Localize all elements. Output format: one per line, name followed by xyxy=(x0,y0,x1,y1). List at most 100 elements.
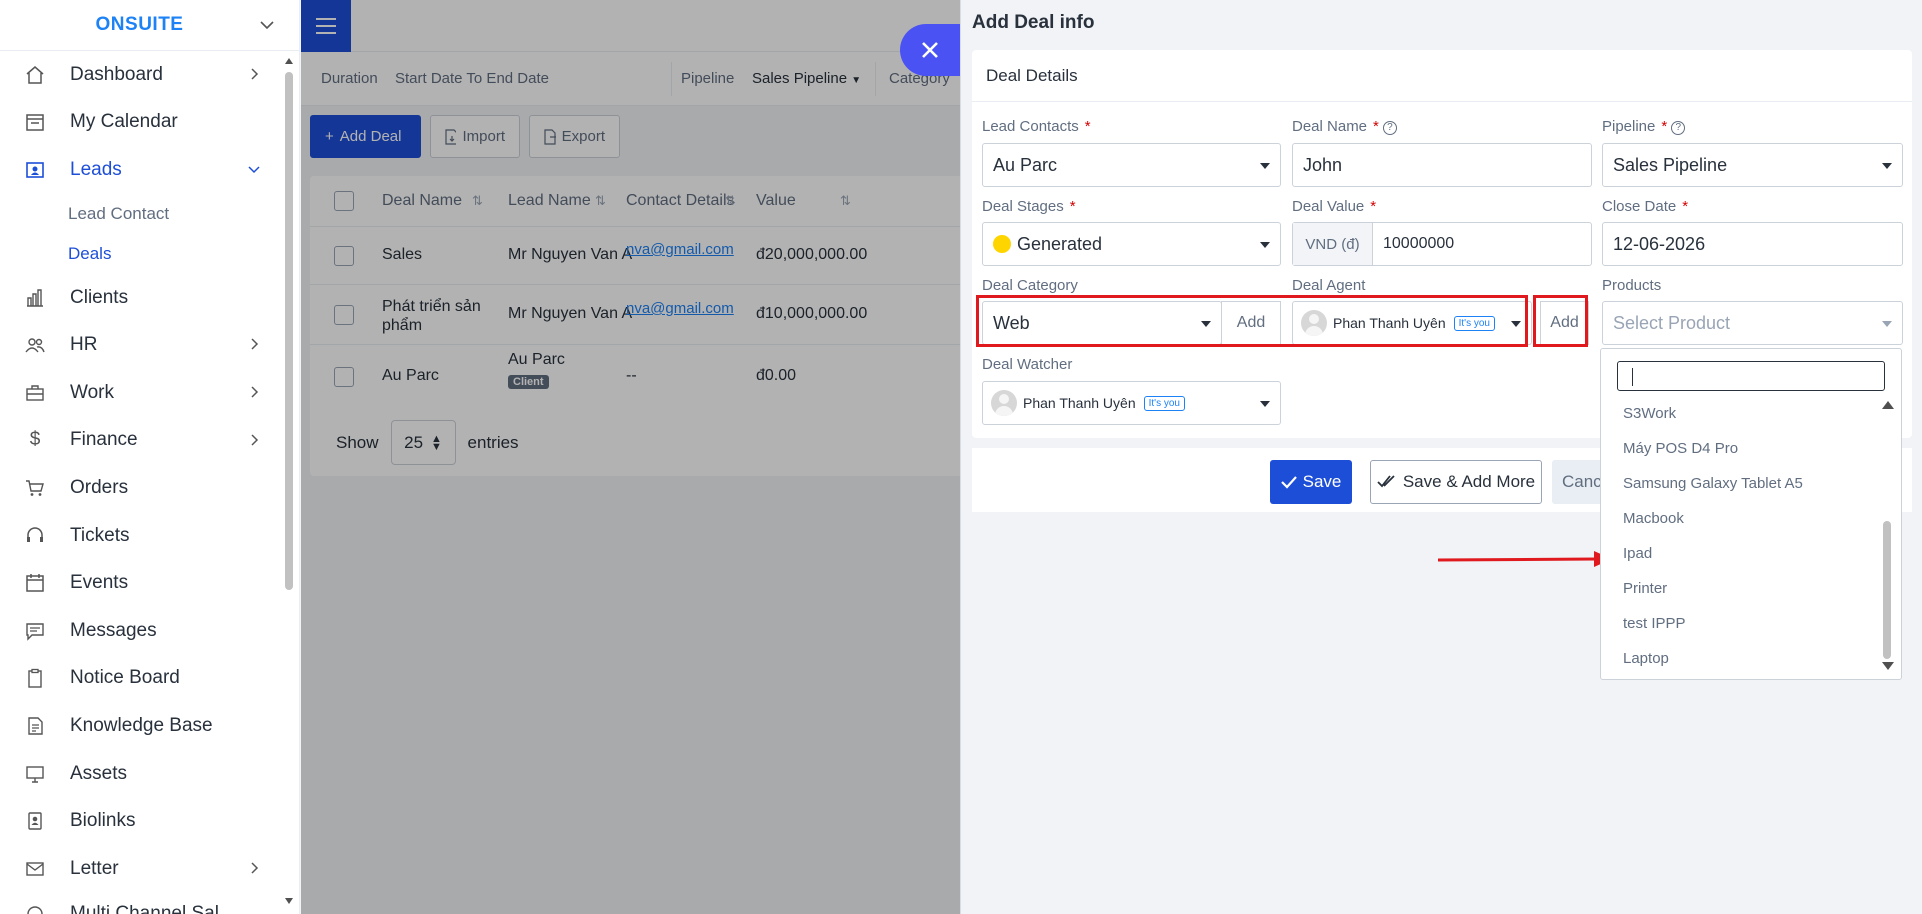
caret-down-icon xyxy=(1260,242,1270,248)
deal-category-label: Deal Category xyxy=(982,277,1078,294)
chevron-down-icon[interactable] xyxy=(257,15,277,35)
sidebar-item-label: Messages xyxy=(70,619,157,641)
lead-contacts-value: Au Parc xyxy=(993,154,1058,175)
annotation-arrow-icon xyxy=(1437,551,1612,567)
sidebar-item-orders[interactable]: Orders xyxy=(0,464,282,512)
briefcase-icon xyxy=(24,382,46,404)
sidebar-item-leads[interactable]: Leads xyxy=(0,146,282,194)
lead-contacts-select[interactable]: Au Parc xyxy=(982,143,1281,187)
chevron-right-icon xyxy=(251,338,259,350)
sidebar-item-label: Clients xyxy=(70,286,129,308)
sidebar: ONSUITE Dashboard My Calendar Leads Lead… xyxy=(0,0,300,914)
product-option[interactable]: S3Work xyxy=(1623,405,1676,422)
sidebar-item-knowledge-base[interactable]: Knowledge Base xyxy=(0,702,282,750)
brand-header[interactable]: ONSUITE xyxy=(0,0,299,51)
save-and-add-more-button[interactable]: Save & Add More xyxy=(1370,460,1542,504)
sidebar-subitem-deals[interactable]: Deals xyxy=(0,234,282,274)
chevron-right-icon xyxy=(251,386,259,398)
sidebar-subitem-lead-contact[interactable]: Lead Contact xyxy=(0,194,282,234)
deal-name-value: John xyxy=(1303,154,1343,175)
products-label: Products xyxy=(1602,277,1662,294)
label-text: Deal Name xyxy=(1292,118,1368,135)
product-option[interactable]: Samsung Galaxy Tablet A5 xyxy=(1623,475,1803,492)
sidebar-item-label: Events xyxy=(70,572,129,594)
help-icon[interactable]: ? xyxy=(1382,121,1397,135)
chevron-right-icon xyxy=(251,68,259,80)
product-option[interactable]: Printer xyxy=(1623,580,1667,597)
monitor-icon xyxy=(24,763,46,785)
stage-color-dot xyxy=(993,235,1011,253)
product-option[interactable]: test IPPP xyxy=(1623,615,1686,632)
annotation-box xyxy=(976,295,1528,347)
headset-icon xyxy=(24,525,46,547)
deal-name-input[interactable]: John xyxy=(1292,143,1592,187)
deal-stages-select[interactable]: Generated xyxy=(982,222,1281,266)
products-placeholder: Select Product xyxy=(1613,312,1731,333)
close-date-label: Close Date * xyxy=(1602,198,1688,215)
caret-down-icon xyxy=(1260,163,1270,169)
label-text: Pipeline xyxy=(1602,118,1656,135)
sidebar-item-messages[interactable]: Messages xyxy=(0,607,282,655)
product-option[interactable]: Laptop xyxy=(1623,650,1669,667)
chart-icon xyxy=(24,287,46,309)
help-icon[interactable]: ? xyxy=(1671,121,1686,135)
pipeline-select[interactable]: Sales Pipeline xyxy=(1602,143,1903,187)
caret-down-icon xyxy=(1260,401,1270,407)
pipeline-label: Pipeline *? xyxy=(1602,118,1686,135)
sidebar-scroll-thumb[interactable] xyxy=(285,72,293,590)
scroll-down-icon[interactable] xyxy=(1882,662,1894,670)
products-select[interactable]: Select Product xyxy=(1602,301,1903,345)
sidebar-item-multi-channel[interactable]: Multi Channel Sal xyxy=(0,893,282,914)
close-date-input[interactable]: 12-06-2026 xyxy=(1602,222,1903,266)
sidebar-item-label: Tickets xyxy=(70,524,130,546)
sidebar-item-biolinks[interactable]: Biolinks xyxy=(0,797,282,845)
sidebar-item-notice-board[interactable]: Notice Board xyxy=(0,655,282,703)
sidebar-item-dashboard[interactable]: Dashboard xyxy=(0,51,282,99)
label-text: Deal Value xyxy=(1292,198,1365,215)
sidebar-subitem-label: Deals xyxy=(68,243,112,263)
product-option[interactable]: Máy POS D4 Pro xyxy=(1623,440,1738,457)
deal-stages-label: Deal Stages * xyxy=(982,198,1076,215)
required-mark: * xyxy=(1084,118,1091,135)
sidebar-item-letter[interactable]: Letter xyxy=(0,845,282,893)
product-option[interactable]: Macbook xyxy=(1623,510,1684,527)
sidebar-item-label: Orders xyxy=(70,476,129,498)
sidebar-subitem-label: Lead Contact xyxy=(68,203,170,223)
close-panel-button[interactable] xyxy=(900,24,960,76)
close-date-value: 12-06-2026 xyxy=(1613,233,1706,254)
scroll-down-icon[interactable] xyxy=(284,896,294,906)
products-dropdown: S3Work Máy POS D4 Pro Samsung Galaxy Tab… xyxy=(1600,348,1902,680)
sidebar-item-label: Biolinks xyxy=(70,810,136,832)
dropdown-scroll-thumb[interactable] xyxy=(1883,521,1891,659)
deal-agent-label: Deal Agent xyxy=(1292,277,1366,294)
scroll-up-icon[interactable] xyxy=(1882,401,1894,409)
sidebar-item-work[interactable]: Work xyxy=(0,369,282,417)
save-button[interactable]: Save xyxy=(1270,460,1352,504)
required-mark: * xyxy=(1069,198,1076,215)
sidebar-item-events[interactable]: Events xyxy=(0,559,282,607)
product-option[interactable]: Ipad xyxy=(1623,545,1652,562)
scroll-up-icon[interactable] xyxy=(284,56,294,66)
sidebar-item-label: Work xyxy=(70,381,114,403)
sidebar-item-tickets[interactable]: Tickets xyxy=(0,512,282,560)
sidebar-item-assets[interactable]: Assets xyxy=(0,750,282,798)
its-you-badge: It's you xyxy=(1143,395,1185,411)
deal-value-input[interactable]: VND (đ) 10000000 xyxy=(1292,222,1592,266)
chevron-down-icon xyxy=(248,166,260,174)
deal-watcher-select[interactable]: Phan Thanh Uyên It's you xyxy=(982,381,1281,425)
deal-name-label: Deal Name *? xyxy=(1292,118,1397,135)
sidebar-item-finance[interactable]: $ Finance xyxy=(0,417,282,465)
sidebar-item-hr[interactable]: HR xyxy=(0,321,282,369)
product-search-input[interactable] xyxy=(1617,361,1885,391)
leads-icon xyxy=(24,159,46,181)
lead-contacts-label: Lead Contacts * xyxy=(982,118,1091,135)
sidebar-item-label: Assets xyxy=(70,762,128,784)
sidebar-item-my-calendar[interactable]: My Calendar xyxy=(0,99,282,147)
currency-prefix: VND (đ) xyxy=(1293,223,1373,265)
channel-icon xyxy=(24,903,46,914)
panel-title: Add Deal info xyxy=(972,12,1095,33)
sidebar-item-clients[interactable]: Clients xyxy=(0,274,282,322)
calendar-icon xyxy=(24,111,46,133)
label-text: Close Date xyxy=(1602,198,1677,215)
sidebar-item-label: HR xyxy=(70,334,98,356)
